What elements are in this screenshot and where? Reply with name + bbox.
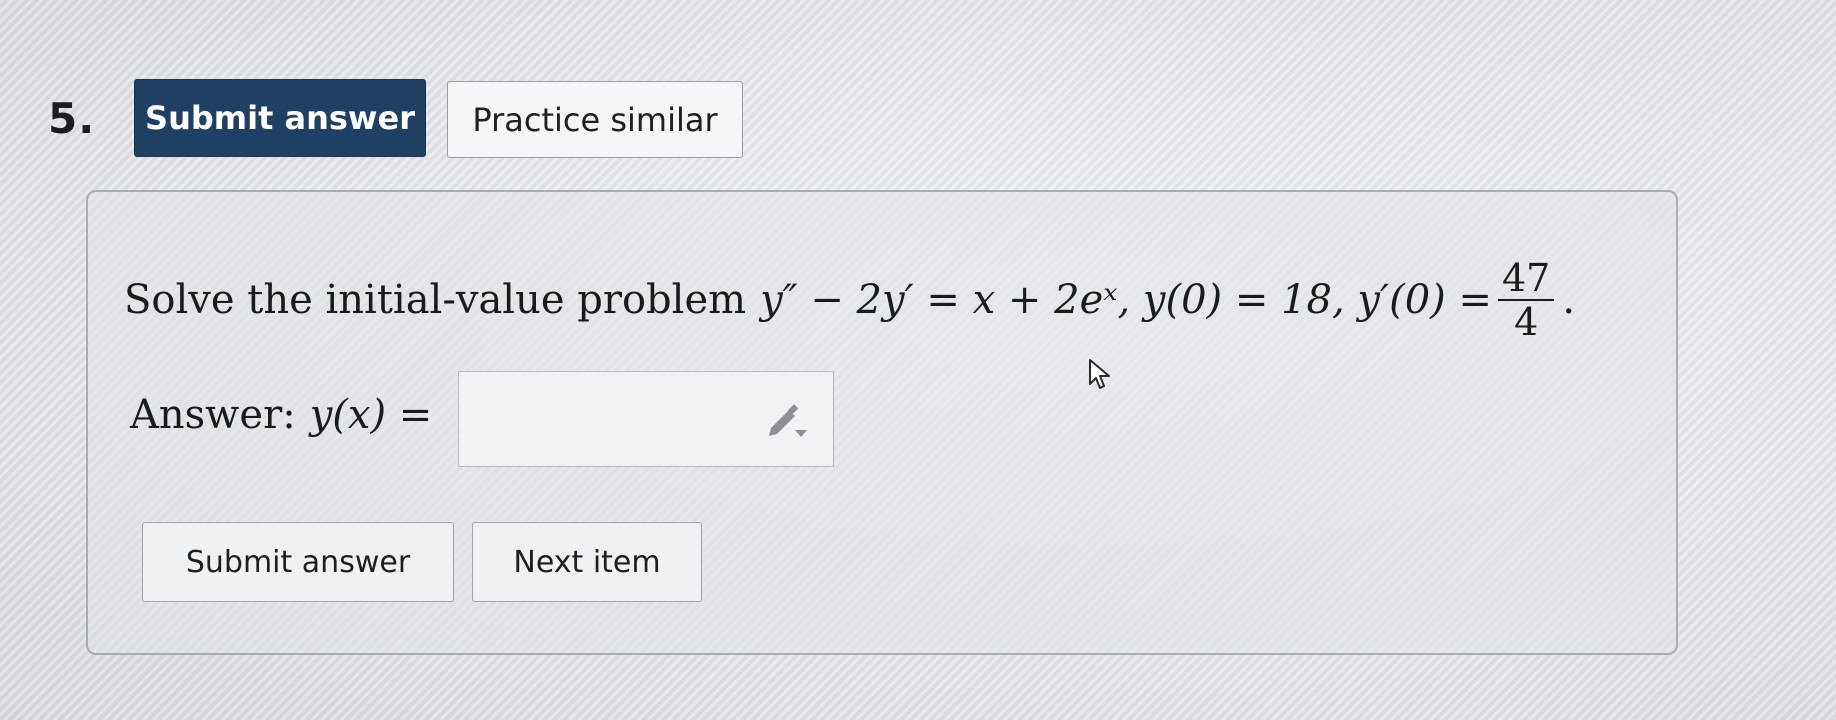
problem-trailing-period: .: [1562, 277, 1576, 323]
problem-intro-text: Solve the initial-value problem: [124, 277, 747, 323]
question-number: 5.: [48, 94, 96, 143]
cursor-icon: [1089, 359, 1110, 389]
fraction-numerator: 47: [1501, 256, 1551, 300]
pencil-icon[interactable]: [765, 402, 809, 440]
submit-answer-button-bottom[interactable]: Submit answer: [142, 522, 454, 602]
fraction-denominator: 4: [1514, 300, 1539, 344]
problem-equation: y″ − 2y′ = x + 2eˣ, y(0) = 18, y′(0) =: [760, 277, 1492, 323]
next-item-button[interactable]: Next item: [472, 522, 702, 602]
answer-label-math: y(x) =: [309, 392, 433, 438]
answer-label-text: Answer:: [130, 392, 296, 438]
problem-statement: Solve the initial-value problem y″ − 2y′…: [124, 240, 1575, 360]
practice-similar-button[interactable]: Practice similar: [447, 81, 743, 158]
answer-label: Answer: y(x) =: [130, 392, 432, 438]
initial-slope-fraction: 47 4: [1497, 256, 1555, 344]
submit-answer-button-top[interactable]: Submit answer: [134, 79, 426, 157]
answer-input-field[interactable]: [458, 371, 834, 467]
